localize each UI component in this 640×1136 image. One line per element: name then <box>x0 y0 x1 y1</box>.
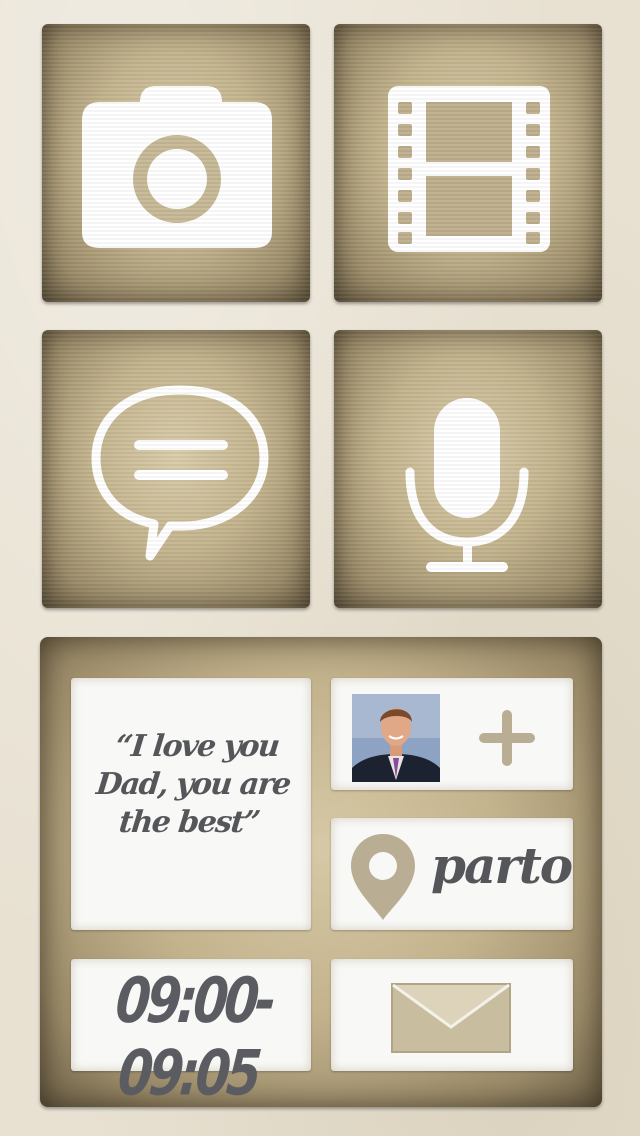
location-card[interactable]: parto <box>331 818 573 930</box>
send-card[interactable] <box>331 959 573 1071</box>
message-text: “I love you Dad, you are the best” <box>94 729 292 840</box>
location-pin-icon <box>351 834 415 920</box>
time-card[interactable]: 09:00-09:05 <box>71 959 311 1110</box>
time-range: 09:00-09:05 <box>113 964 276 1110</box>
video-tile[interactable] <box>334 24 602 302</box>
envelope-icon[interactable] <box>391 983 511 1053</box>
chat-bubble-icon <box>91 385 269 561</box>
message-tile[interactable] <box>42 330 310 608</box>
recipient-card[interactable] <box>331 678 573 790</box>
message-composer-panel: “I love you Dad, you are the best” parto… <box>40 637 602 1110</box>
microphone-icon <box>405 398 529 572</box>
camera-icon <box>82 86 272 248</box>
film-icon <box>388 86 550 252</box>
location-label: parto <box>431 836 573 895</box>
voice-tile[interactable] <box>334 330 602 608</box>
plus-icon[interactable] <box>477 708 537 768</box>
message-text-card[interactable]: “I love you Dad, you are the best” <box>71 678 311 930</box>
camera-tile[interactable] <box>42 24 310 302</box>
avatar <box>352 694 440 782</box>
